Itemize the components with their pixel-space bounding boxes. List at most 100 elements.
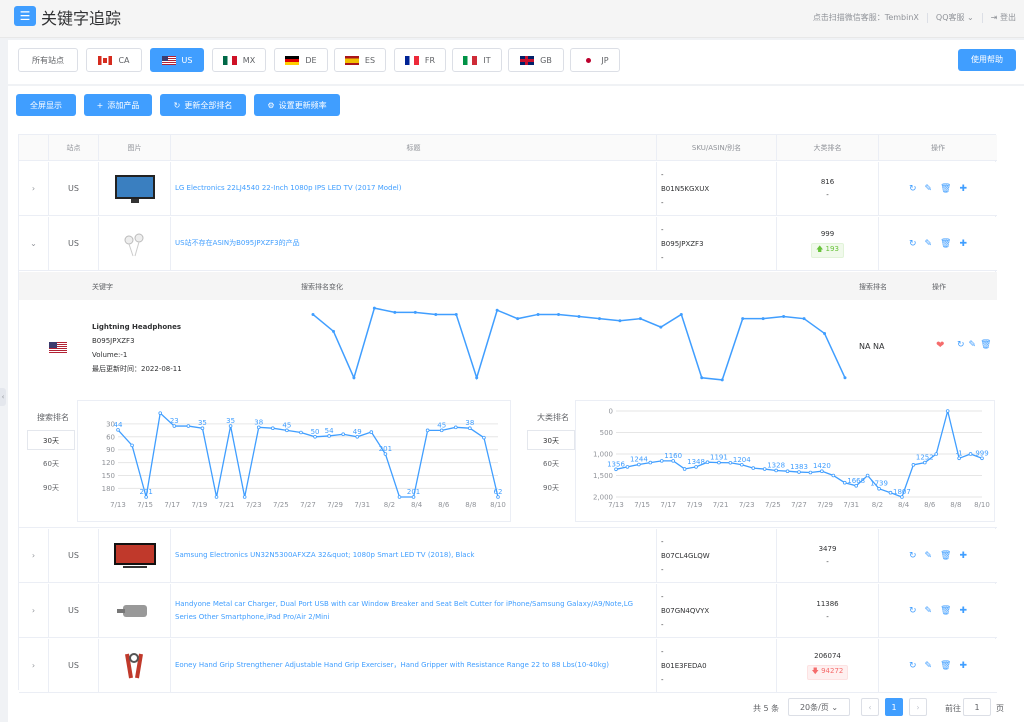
range-tab-90[interactable]: 90天 xyxy=(527,478,575,498)
header-rank: 大类排名 xyxy=(777,135,879,160)
hand-grip-image xyxy=(124,652,143,678)
plus-icon[interactable]: ✚ xyxy=(959,239,967,249)
data-point xyxy=(934,452,939,456)
collapse-chevron-icon[interactable]: ⌄ xyxy=(19,217,49,270)
arrow-down-icon: 🡇 xyxy=(811,666,819,675)
site-button-gb[interactable]: GB xyxy=(508,48,564,72)
data-label: 1348 xyxy=(687,458,705,466)
trash-icon[interactable]: 🗑 xyxy=(980,340,991,350)
page-size-select[interactable]: 20条/页 ⌄ xyxy=(788,698,850,716)
refresh-icon[interactable]: ↻ xyxy=(909,239,917,249)
logout-icon: ⇥ xyxy=(990,13,998,22)
trend-point xyxy=(741,317,745,321)
product-title-link[interactable]: US站不存在ASIN为B095JPXZF3的产品 xyxy=(171,237,300,250)
trash-icon[interactable]: 🗑 xyxy=(940,184,951,194)
trash-icon[interactable]: 🗑 xyxy=(940,239,951,249)
logout-button[interactable]: ⇥ 登出 xyxy=(991,12,1016,23)
data-point xyxy=(705,460,710,465)
refresh-icon[interactable]: ↻ xyxy=(957,340,965,350)
update-all-button[interactable]: ↻ 更新全部排名 xyxy=(160,94,246,116)
edit-icon[interactable]: ✎ xyxy=(969,340,977,350)
site-button-all[interactable]: 所有站点 xyxy=(18,48,78,72)
product-title-link[interactable]: LG Electronics 22LJ4540 22-Inch 1080p IP… xyxy=(171,182,401,195)
refresh-icon[interactable]: ↻ xyxy=(909,661,917,671)
x-tick-label: 8/4 xyxy=(898,501,910,509)
data-label: 49 xyxy=(353,428,362,436)
range-tab-30[interactable]: 30天 xyxy=(27,430,75,450)
plus-icon[interactable]: ✚ xyxy=(959,606,967,616)
product-title-link[interactable]: Samsung Electronics UN32N5300AFXZA 32&qu… xyxy=(171,549,475,562)
y-tick-label: 120 xyxy=(102,459,115,467)
earphones-image xyxy=(124,233,143,256)
side-collapse-handle[interactable]: ‹ xyxy=(0,388,6,406)
site-button-it[interactable]: IT xyxy=(452,48,502,72)
edit-icon[interactable]: ✎ xyxy=(925,606,933,616)
trend-point xyxy=(638,317,642,321)
rank-change: - xyxy=(826,613,829,621)
set-frequency-button[interactable]: ⚙ 设置更新频率 xyxy=(254,94,340,116)
rank-cell: 999 🡅 193 xyxy=(777,217,879,270)
sku-cell: - B01N5KGXUX - xyxy=(657,162,777,215)
trend-point xyxy=(475,376,479,380)
qq-service-dropdown[interactable]: QQ客服 ⌄ xyxy=(936,12,974,23)
edit-icon[interactable]: ✎ xyxy=(925,661,933,671)
trend-point xyxy=(843,376,847,380)
expand-chevron-icon[interactable]: › xyxy=(19,162,49,215)
fullscreen-button[interactable]: 全屏显示 xyxy=(16,94,76,116)
site-label: DE xyxy=(305,55,317,65)
next-page-button[interactable]: › xyxy=(909,698,927,716)
plus-icon[interactable]: ✚ xyxy=(959,551,967,561)
edit-icon[interactable]: ✎ xyxy=(925,239,933,249)
expand-chevron-icon[interactable]: › xyxy=(19,529,49,582)
y-tick-label: 1,000 xyxy=(593,451,613,459)
add-product-button[interactable]: + 添加产品 xyxy=(84,94,152,116)
site-button-fr[interactable]: FR xyxy=(394,48,446,72)
refresh-icon[interactable]: ↻ xyxy=(909,551,917,561)
sku-cell: - B07CL4GLQW - xyxy=(657,529,777,582)
range-tab-60[interactable]: 60天 xyxy=(527,454,575,474)
asin: B07GN4QVYX xyxy=(661,606,710,615)
menu-icon[interactable]: ☰ xyxy=(14,6,36,26)
product-title-link[interactable]: Eoney Hand Grip Strengthener Adjustable … xyxy=(171,659,609,672)
trash-icon[interactable]: 🗑 xyxy=(940,661,951,671)
help-button[interactable]: 使用帮助 xyxy=(958,49,1016,71)
plus-icon[interactable]: ✚ xyxy=(959,184,967,194)
trash-icon[interactable]: 🗑 xyxy=(940,551,951,561)
range-tab-90[interactable]: 90天 xyxy=(27,478,75,498)
expand-chevron-icon[interactable]: › xyxy=(19,639,49,692)
edit-icon[interactable]: ✎ xyxy=(925,551,933,561)
site-button-es[interactable]: ES xyxy=(334,48,386,72)
edit-icon[interactable]: ✎ xyxy=(925,184,933,194)
site-button-jp[interactable]: JP xyxy=(570,48,620,72)
trash-icon[interactable]: 🗑 xyxy=(940,606,951,616)
expand-chevron-icon[interactable]: › xyxy=(19,584,49,637)
data-point xyxy=(980,456,984,461)
data-point xyxy=(158,411,163,415)
site-label: FR xyxy=(424,55,436,65)
plus-icon[interactable]: ✚ xyxy=(959,661,967,671)
sku-note: - xyxy=(661,620,664,629)
divider xyxy=(981,12,983,23)
site-button-de[interactable]: DE xyxy=(274,48,328,72)
refresh-icon[interactable]: ↻ xyxy=(909,606,917,616)
x-tick-label: 7/19 xyxy=(192,501,208,509)
range-tab-60[interactable]: 60天 xyxy=(27,454,75,474)
page-button-current[interactable]: 1 xyxy=(885,698,903,716)
prev-page-button[interactable]: ‹ xyxy=(861,698,879,716)
site-button-mx[interactable]: MX xyxy=(212,48,266,72)
wechat-service-link[interactable]: 点击扫描微信客服：TembinX xyxy=(813,12,919,23)
data-point xyxy=(397,495,402,499)
goto-page-input[interactable]: 1 xyxy=(963,698,991,716)
refresh-icon[interactable]: ↻ xyxy=(909,184,917,194)
x-tick-label: 8/8 xyxy=(465,501,476,509)
site-button-us[interactable]: US xyxy=(150,48,204,72)
range-tab-30[interactable]: 30天 xyxy=(527,430,575,450)
data-label: 38 xyxy=(254,418,263,426)
data-label: 201 xyxy=(139,488,152,496)
data-point xyxy=(854,483,858,488)
heart-icon[interactable]: ❤ xyxy=(936,340,944,351)
data-point xyxy=(923,460,927,465)
site-button-ca[interactable]: CA xyxy=(86,48,142,72)
data-label: 1739 xyxy=(870,480,888,488)
product-title-link[interactable]: Handyone Metal car Charger, Dual Port US… xyxy=(171,598,656,624)
